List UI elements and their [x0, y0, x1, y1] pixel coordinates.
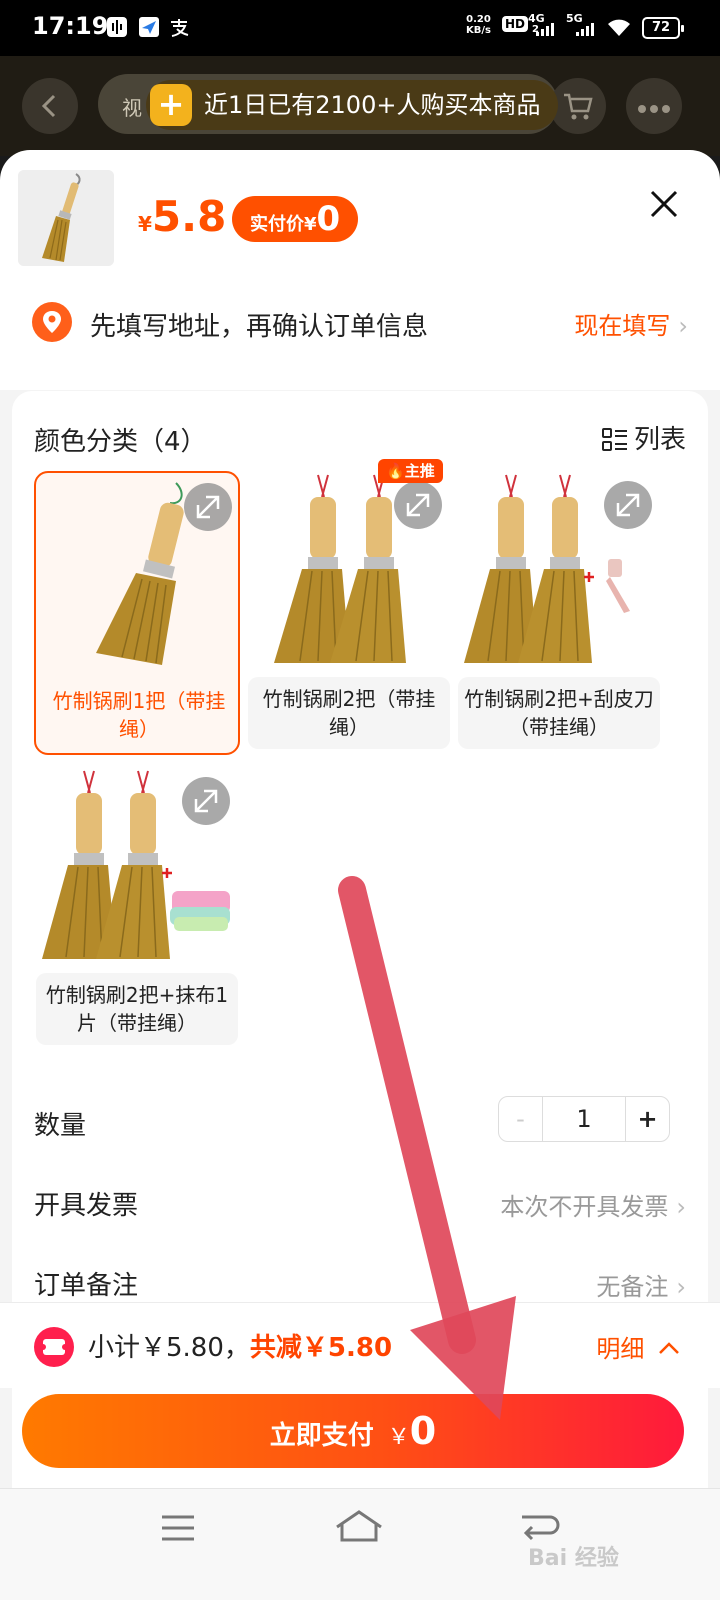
option-label: 竹制锅刷2把+抹布1片（带挂绳）: [36, 973, 238, 1045]
signal-5g-icon: [576, 22, 594, 36]
back-button[interactable]: [22, 78, 78, 134]
sku-option[interactable]: 竹制锅刷2把+刮皮刀（带挂绳）: [456, 471, 662, 755]
cart-button[interactable]: [550, 78, 606, 134]
option-image: [34, 767, 240, 972]
decrease-button[interactable]: -: [499, 1097, 543, 1141]
option-image: [36, 473, 242, 678]
increase-button[interactable]: +: [625, 1097, 669, 1141]
sku-option[interactable]: 竹制锅刷1把（带挂绳）: [34, 471, 240, 755]
send-app-icon: [138, 16, 160, 43]
color-category-title: 颜色分类（4）: [34, 427, 207, 457]
discount-text: 共减￥5.80: [249, 1333, 393, 1363]
coupon-icon: [34, 1327, 74, 1367]
invoice-label: 开具发票: [34, 1191, 139, 1221]
option-image: [456, 471, 662, 676]
chevron-up-icon: [659, 1342, 679, 1354]
fill-address-link[interactable]: 现在填写 ›: [574, 306, 688, 341]
location-pin-icon: [32, 302, 72, 342]
recommended-badge: 🔥主推: [378, 459, 443, 483]
invoice-value[interactable]: 本次不开具发票 ›: [500, 1187, 686, 1222]
watermark: Bai 经验: [528, 1546, 619, 1571]
voice-app-icon: [106, 16, 128, 43]
net-speed: 0.20 KB/s: [466, 14, 491, 36]
address-row[interactable]: 先填写地址，再确认订单信息 现在填写 ›: [32, 300, 688, 344]
expand-icon[interactable]: [182, 777, 230, 825]
home-icon[interactable]: [334, 1509, 384, 1547]
sku-option[interactable]: 竹制锅刷2把+抹布1片（带挂绳）: [34, 767, 240, 1051]
battery-icon: 72: [642, 17, 684, 39]
pay-now-button[interactable]: 立即支付 ￥0: [22, 1394, 684, 1468]
menu-icon[interactable]: [160, 1513, 196, 1547]
expand-icon[interactable]: [394, 481, 442, 529]
expand-icon[interactable]: [604, 481, 652, 529]
list-view-icon: [601, 428, 627, 451]
quantity-stepper: - 1 +: [498, 1096, 670, 1142]
status-time: 17:19: [32, 12, 109, 40]
purchase-toast: + 近1日已有2100+人购买本商品: [146, 80, 559, 130]
product-page-header: 视 + 近1日已有2100+人购买本商品: [0, 56, 720, 156]
quantity-label: 数量: [34, 1111, 87, 1141]
order-note-value[interactable]: 无备注 ›: [596, 1267, 686, 1302]
address-prompt: 先填写地址，再确认订单信息: [90, 312, 429, 342]
signal-4g-icon: [536, 22, 554, 36]
paid-price-badge: 实付价¥0: [232, 196, 359, 242]
flame-icon: 🔥: [386, 462, 405, 480]
order-summary-bar: 小计￥5.80，共减￥5.80 明细: [0, 1302, 720, 1388]
sku-price: ¥5.8: [138, 192, 227, 241]
tab-video[interactable]: 视: [122, 92, 142, 121]
close-icon[interactable]: [646, 186, 682, 222]
option-label: 竹制锅刷2把（带挂绳）: [248, 677, 450, 749]
expand-icon[interactable]: [184, 483, 232, 531]
alipay-icon: [168, 16, 190, 43]
status-bar: 17:19 0.20 KB/s HD 2 4G 5G 72: [0, 0, 720, 56]
list-view-toggle[interactable]: 列表: [601, 419, 686, 456]
quantity-value[interactable]: 1: [543, 1097, 625, 1141]
product-thumbnail[interactable]: [18, 170, 114, 266]
hd-badge: HD: [502, 16, 529, 32]
option-image: [246, 471, 452, 676]
wifi-icon: [606, 18, 632, 43]
option-label: 竹制锅刷2把+刮皮刀（带挂绳）: [458, 677, 660, 749]
subtotal-text: 小计￥5.80，共减￥5.80: [88, 1333, 393, 1363]
option-label: 竹制锅刷1把（带挂绳）: [52, 689, 226, 741]
more-button[interactable]: [626, 78, 682, 134]
detail-toggle[interactable]: 明细: [596, 1329, 680, 1364]
order-note-label: 订单备注: [34, 1271, 139, 1301]
sku-option[interactable]: 🔥主推 竹制锅刷2把（带挂绳）: [246, 459, 452, 755]
bag-plus-icon: +: [150, 84, 192, 126]
